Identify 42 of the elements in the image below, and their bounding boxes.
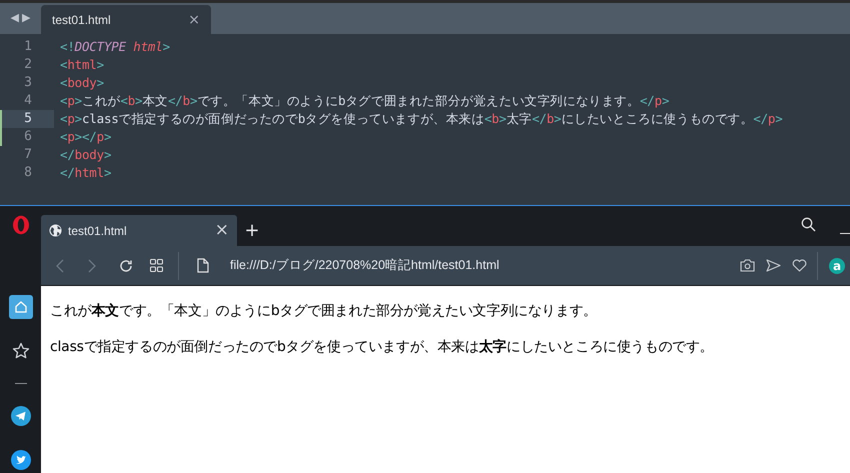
logo-icon (12, 215, 30, 235)
line-number: 4 (23, 92, 32, 110)
nav-arrow[interactable]: ▶ (22, 10, 30, 27)
document-icon (197, 258, 209, 273)
send-icon[interactable] (766, 259, 781, 272)
close-icon[interactable]: × (188, 12, 200, 26)
code-line: <!DOCTYPE html> (59, 38, 170, 56)
browser-tab[interactable]: test01.html × (41, 215, 237, 246)
line-number: 7 (23, 146, 32, 164)
bird-icon (10, 450, 30, 470)
code-line: <body> (59, 74, 104, 92)
line-number: 1 (23, 38, 32, 56)
code-line: <p>これが<b>本文</b>です。「本文」のようにbタグで囲まれた部分が覚えたい文字列になります。</p> (59, 92, 670, 110)
camera-icon[interactable] (740, 259, 755, 272)
reload-icon[interactable] (119, 258, 133, 272)
paragraph: これが本文です。「本文」のようにbタグで囲まれた部分が覚えたい文字列になります。 (50, 302, 598, 321)
star-icon (12, 342, 30, 360)
code-line: </html> (59, 164, 112, 182)
sidebar-button[interactable] (8, 404, 32, 428)
line-number: 8 (23, 164, 32, 182)
code-line: <p></p> (59, 128, 112, 146)
nav-arrow[interactable]: ◀ (10, 10, 19, 27)
line-number: 5 (23, 110, 32, 128)
home-icon (14, 300, 28, 314)
line-number: 2 (23, 56, 32, 74)
new-tab-button[interactable]: + (237, 215, 267, 246)
grid-icon[interactable] (150, 259, 163, 272)
close-icon[interactable]: × (214, 222, 229, 239)
editor-tab[interactable]: test01.html × (41, 5, 211, 34)
code-line: </body> (59, 146, 112, 164)
paper-plane-icon (10, 406, 30, 426)
code-line: <p>classで指定するのが面倒だったのでbタグを使っていますが、本来は<b>太字</b>にしたいところに使うものです。</p> (59, 110, 783, 128)
paragraph: classで指定するのが面倒だったのでbタグを使っていますが、本来は太字にしたいところに使うものです。 (50, 338, 714, 357)
code-line: <html> (59, 56, 104, 74)
line-number: 3 (23, 74, 32, 92)
heart-icon[interactable] (792, 259, 807, 272)
sidebar-button[interactable] (8, 448, 32, 472)
line-number: 6 (23, 128, 32, 146)
globe-icon (49, 224, 62, 237)
search-icon[interactable] (801, 217, 816, 232)
sidebar-button[interactable] (8, 295, 32, 319)
address-field[interactable]: file:///D:/ブログ/220708%20暗記html/test01.html (230, 256, 740, 275)
